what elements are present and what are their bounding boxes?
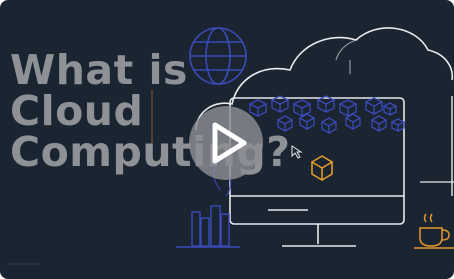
video-thumbnail[interactable]: What is Cloud Computing? xyxy=(0,0,454,279)
coffee-cup-icon xyxy=(414,213,454,249)
play-button[interactable] xyxy=(189,106,263,180)
cursor-arrow-icon xyxy=(291,145,303,159)
title-line-1: What is xyxy=(10,46,188,94)
play-icon xyxy=(212,122,247,164)
orange-cube-icon xyxy=(310,155,334,182)
